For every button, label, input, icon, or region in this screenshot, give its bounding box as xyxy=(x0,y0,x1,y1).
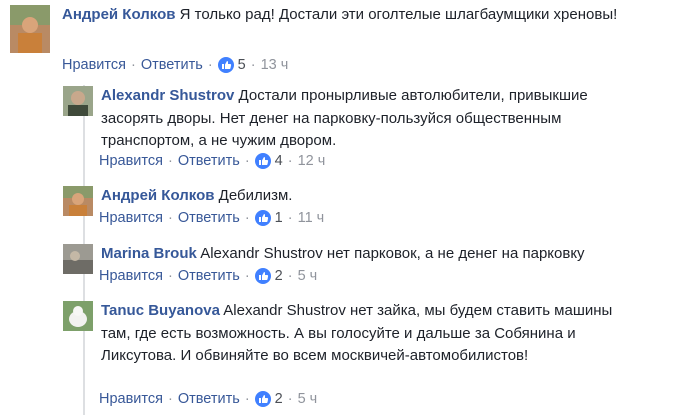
thumbs-up-icon[interactable] xyxy=(254,210,271,226)
separator-dot: · xyxy=(244,391,250,407)
avatar[interactable] xyxy=(63,301,93,331)
timestamp[interactable]: 5 ч xyxy=(298,391,318,407)
reply-button[interactable]: Ответить xyxy=(178,391,240,407)
separator-dot: · xyxy=(244,268,250,284)
avatar[interactable] xyxy=(63,86,93,116)
like-count[interactable]: 5 xyxy=(238,57,246,73)
separator-dot: · xyxy=(250,57,256,73)
comment-actions: Нравится · Ответить · 1 · 11 ч xyxy=(99,210,324,226)
reply-button[interactable]: Ответить xyxy=(141,57,203,73)
thumbs-up-icon[interactable] xyxy=(254,391,271,407)
comment-text: Alexandr Shustrov нет парковок, а не ден… xyxy=(200,245,585,262)
separator-dot: · xyxy=(287,391,293,407)
comment-author[interactable]: Андрей Колков xyxy=(101,187,214,204)
like-count[interactable]: 2 xyxy=(275,268,283,284)
separator-dot: · xyxy=(167,153,173,169)
comment-actions: Нравится · Ответить · 2 · 5 ч xyxy=(99,268,317,284)
timestamp[interactable]: 13 ч xyxy=(261,57,289,73)
comment-body: Tanuc Buyanova Alexandr Shustrov нет зай… xyxy=(101,300,636,368)
separator-dot: · xyxy=(167,210,173,226)
like-button[interactable]: Нравится xyxy=(99,391,163,407)
like-button[interactable]: Нравится xyxy=(62,57,126,73)
separator-dot: · xyxy=(287,153,293,169)
comment-author[interactable]: Marina Brouk xyxy=(101,245,197,262)
separator-dot: · xyxy=(244,210,250,226)
timestamp[interactable]: 12 ч xyxy=(298,153,326,169)
comment-actions: Нравится · Ответить · 2 · 5 ч xyxy=(99,391,317,407)
thumbs-up-icon[interactable] xyxy=(254,153,271,169)
thumbs-up-icon[interactable] xyxy=(217,57,234,73)
separator-dot: · xyxy=(287,210,293,226)
comment-text: Я только рад! Достали эти оголтелые шлаг… xyxy=(179,6,618,23)
avatar[interactable] xyxy=(10,5,50,53)
separator-dot: · xyxy=(130,57,136,73)
reply-button[interactable]: Ответить xyxy=(178,153,240,169)
like-button[interactable]: Нравится xyxy=(99,268,163,284)
like-button[interactable]: Нравится xyxy=(99,210,163,226)
like-button[interactable]: Нравится xyxy=(99,153,163,169)
timestamp[interactable]: 11 ч xyxy=(298,210,325,226)
comment-author[interactable]: Андрей Колков xyxy=(62,6,175,23)
separator-dot: · xyxy=(167,268,173,284)
avatar[interactable] xyxy=(63,244,93,274)
separator-dot: · xyxy=(244,153,250,169)
comment-actions: Нравится · Ответить · 5 · 13 ч xyxy=(62,57,288,73)
comment-body: Marina Brouk Alexandr Shustrov нет парко… xyxy=(101,243,636,266)
reply-button[interactable]: Ответить xyxy=(178,268,240,284)
comment-body: Alexandr Shustrov Достали пронырливые ав… xyxy=(101,85,636,153)
like-count[interactable]: 1 xyxy=(275,210,283,226)
like-count[interactable]: 4 xyxy=(275,153,283,169)
avatar[interactable] xyxy=(63,186,93,216)
like-count[interactable]: 2 xyxy=(275,391,283,407)
comment-author[interactable]: Alexandr Shustrov xyxy=(101,87,234,104)
comment-author[interactable]: Tanuc Buyanova xyxy=(101,302,220,319)
thumbs-up-icon[interactable] xyxy=(254,268,271,284)
reply-button[interactable]: Ответить xyxy=(178,210,240,226)
comment-body: Андрей Колков Я только рад! Достали эти … xyxy=(62,4,622,27)
separator-dot: · xyxy=(207,57,213,73)
separator-dot: · xyxy=(167,391,173,407)
comment-actions: Нравится · Ответить · 4 · 12 ч xyxy=(99,153,325,169)
separator-dot: · xyxy=(287,268,293,284)
timestamp[interactable]: 5 ч xyxy=(298,268,318,284)
comment-body: Андрей Колков Дебилизм. xyxy=(101,185,636,208)
comment-text: Дебилизм. xyxy=(218,187,293,204)
